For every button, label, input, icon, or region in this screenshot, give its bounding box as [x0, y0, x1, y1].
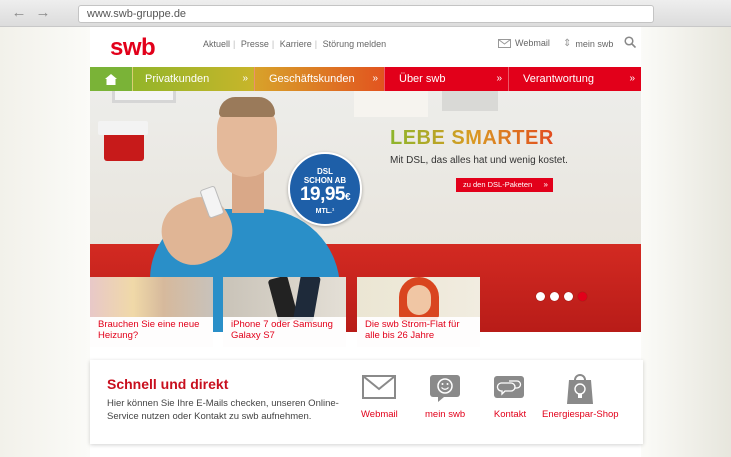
- quick-link-label: mein swb: [425, 409, 466, 420]
- cta-label: zu den DSL-Paketen: [463, 180, 533, 189]
- webmail-link[interactable]: Webmail: [498, 38, 550, 48]
- address-bar[interactable]: www.swb-gruppe.de: [78, 5, 654, 23]
- hero-subline: Mit DSL, das alles hat und wenig kostet.: [390, 155, 568, 166]
- top-links: Aktuell | Presse | Karriere | Störung melde…: [203, 39, 387, 49]
- shopping-bag-bulb-icon: [563, 374, 597, 404]
- nav-label: Verantwortung: [523, 73, 594, 85]
- quick-link-mein-swb[interactable]: mein swb: [425, 374, 465, 420]
- carousel-dot[interactable]: [536, 292, 545, 301]
- teaser-label: Brauchen Sie eine neue Heizung?: [90, 317, 213, 347]
- nav-label: Geschäftskunden: [269, 73, 355, 85]
- chevron-right-icon: »: [242, 73, 248, 84]
- woman-image: [357, 277, 480, 321]
- quick-link-webmail[interactable]: Webmail: [361, 374, 398, 420]
- page-background-right: [641, 27, 731, 457]
- envelope-icon: [362, 374, 397, 402]
- carousel-dot[interactable]: [564, 292, 573, 301]
- nav-label: Privatkunden: [145, 73, 210, 85]
- chevron-right-icon: »: [372, 73, 378, 84]
- top-link-stoerung[interactable]: Störung melden: [323, 39, 387, 49]
- family-image: [90, 277, 213, 317]
- wall-frame-image: [112, 91, 176, 103]
- quick-access-title: Schnell und direkt: [107, 376, 229, 392]
- quick-link-label: Webmail: [361, 409, 398, 420]
- nav-geschaeftskunden[interactable]: Geschäftskunden »: [254, 67, 384, 91]
- carousel-dot-active[interactable]: [578, 292, 587, 301]
- router-image: [98, 121, 148, 161]
- home-icon: [105, 73, 117, 85]
- updown-arrows-icon: ⇕: [563, 38, 572, 49]
- carousel-dot[interactable]: [550, 292, 559, 301]
- chat-bubbles-icon: [493, 374, 527, 402]
- mein-swb-label: mein swb: [575, 38, 614, 49]
- badge-line1: DSL: [317, 167, 333, 176]
- dsl-packages-button[interactable]: zu den DSL-Paketen »: [456, 178, 553, 192]
- top-link-karriere[interactable]: Karriere: [280, 39, 312, 49]
- badge-unit: MTL.¹: [315, 208, 335, 215]
- nav-ueber-swb[interactable]: Über swb »: [384, 67, 508, 91]
- quick-link-kontakt[interactable]: Kontakt: [493, 374, 527, 420]
- webmail-label: Webmail: [515, 38, 550, 48]
- page-background-left: [0, 27, 90, 457]
- badge-price: 19,95€: [290, 185, 360, 208]
- teaser-heizung[interactable]: Brauchen Sie eine neue Heizung?: [90, 277, 213, 347]
- quick-access-text: Hier können Sie Ihre E-Mails checken, un…: [107, 398, 339, 422]
- teaser-label: iPhone 7 oder Samsung Galaxy S7: [223, 317, 346, 347]
- quick-link-energiespar-shop[interactable]: Energiespar-Shop: [542, 374, 619, 420]
- quick-link-label: Kontakt: [493, 409, 527, 420]
- teaser-strom-flat[interactable]: Die swb Strom-Flat für alle bis 26 Jahre: [357, 277, 480, 347]
- swb-logo[interactable]: swb: [110, 34, 156, 62]
- search-icon[interactable]: [624, 36, 636, 48]
- chevron-right-icon: »: [629, 73, 635, 84]
- back-arrow-icon[interactable]: ←: [10, 5, 28, 20]
- smartphones-image: [223, 277, 346, 323]
- home-button[interactable]: [90, 67, 132, 91]
- price-badge: DSL SCHON AB 19,95€ MTL.¹: [288, 152, 362, 226]
- person-neck-image: [232, 171, 264, 213]
- nav-verantwortung[interactable]: Verantwortung »: [508, 67, 641, 91]
- nav-label: Über swb: [399, 73, 446, 85]
- browser-toolbar: ← → www.swb-gruppe.de: [0, 0, 731, 27]
- chevron-right-icon: »: [543, 180, 548, 189]
- top-link-aktuell[interactable]: Aktuell: [203, 39, 230, 49]
- hero-headline: LEBE SMARTER: [390, 127, 554, 149]
- person-hair-image: [219, 97, 275, 117]
- quick-link-label: Energiespar-Shop: [542, 409, 619, 420]
- price-currency: €: [344, 192, 351, 203]
- mein-swb-link[interactable]: ⇕ mein swb: [563, 38, 613, 49]
- smiley-bubble-icon: [428, 374, 462, 402]
- carousel-dots: [536, 292, 587, 301]
- main-navigation: Privatkunden » Geschäftskunden » Über swb »…: [90, 67, 641, 91]
- teaser-label: Die swb Strom-Flat für alle bis 26 Jahre: [357, 317, 480, 347]
- nav-privatkunden[interactable]: Privatkunden »: [132, 67, 254, 91]
- price-value: 19,95: [299, 184, 346, 205]
- teaser-smartphones[interactable]: iPhone 7 oder Samsung Galaxy S7: [223, 277, 346, 347]
- forward-arrow-icon[interactable]: →: [34, 5, 52, 20]
- chevron-right-icon: »: [496, 73, 502, 84]
- top-link-presse[interactable]: Presse: [241, 39, 269, 49]
- envelope-icon: [498, 38, 511, 48]
- wall-picture-image: [354, 91, 428, 117]
- wall-shelf-image: [442, 91, 498, 111]
